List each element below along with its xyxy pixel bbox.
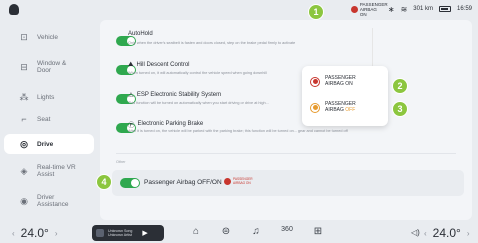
popup-airbag-off: PASSENGER AIRBAG OFF <box>310 101 356 113</box>
sidebar-item-label: Lights <box>37 93 55 101</box>
callout-4: 4 <box>96 174 112 190</box>
sidebar-item-window-door[interactable]: ⊟ Window & Door <box>4 60 94 74</box>
home-icon[interactable]: ⌂ <box>190 226 202 237</box>
driver-temp-control: ‹ 24.0° › <box>12 226 58 240</box>
car-icon: ⊡ <box>20 31 28 42</box>
airbag-off-icon <box>310 102 320 113</box>
window-icon: ⊟ <box>20 61 28 72</box>
wifi-icon: ≋ <box>400 4 408 14</box>
parking-brake-description: After it is turned on, the vehicle will … <box>128 129 348 133</box>
app-dock: ⌂ ⊜ ♫ 360 ⊞ <box>190 226 324 237</box>
music-icon[interactable]: ♫ <box>250 226 262 237</box>
status-indicators: PASSENGER AIRBAG ON ∗ ≋ 301 km 16:59 <box>350 1 472 17</box>
hill-descent-description: When turned on, it will automatically co… <box>128 71 267 75</box>
callout-2: 2 <box>392 78 408 94</box>
esp-description: This function will be turned on automati… <box>128 101 269 105</box>
passenger-airbag-title: Passenger Airbag OFF/ON <box>144 179 222 186</box>
sidebar-item-drive[interactable]: ◎ Drive <box>4 134 94 154</box>
airbag-on-icon <box>310 76 320 87</box>
bottom-bar: ‹ 24.0° › Unknown Song Unknown Artist ▶ … <box>0 223 478 243</box>
media-mini-player[interactable]: Unknown Song Unknown Artist ▶ <box>92 225 164 241</box>
popup-on-line2: AIRBAG ON <box>325 80 353 87</box>
song-artist: Unknown Artist <box>108 233 132 237</box>
airbag-icon <box>224 178 231 185</box>
steering-icon: ◎ <box>20 138 28 149</box>
parking-brake-title: Ⓟ Electronic Parking Brake <box>128 119 203 129</box>
sidebar-item-label: Real-time VR Assist <box>37 164 76 178</box>
apps-icon[interactable]: ⊞ <box>312 226 324 237</box>
temp-increase-icon[interactable]: › <box>55 229 58 238</box>
album-art <box>96 229 104 237</box>
temp-decrease-icon[interactable]: ‹ <box>424 229 427 238</box>
play-icon[interactable]: ▶ <box>142 229 147 237</box>
hill-descent-title: ⛰ Hill Descent Control <box>128 61 190 69</box>
temp-decrease-icon[interactable]: ‹ <box>12 229 15 238</box>
passenger-airbag-toggle[interactable] <box>120 178 140 188</box>
sidebar-item-seat[interactable]: ⌐ Seat <box>4 114 94 124</box>
airbag-indicator-text: PASSENGER AIRBAG ON <box>359 1 388 17</box>
status-bar: PASSENGER AIRBAG ON ∗ ≋ 301 km 16:59 <box>0 0 478 18</box>
assist-icon: ◉ <box>20 195 28 206</box>
sidebar-item-label: Vehicle <box>37 33 58 41</box>
settings-sidebar: ⊡ Vehicle ⊟ Window & Door ⁂ Lights ⌐ Sea… <box>0 20 98 220</box>
section-divider <box>116 153 456 154</box>
sidebar-item-lights[interactable]: ⁂ Lights <box>4 92 94 102</box>
passenger-airbag-card: Passenger Airbag OFF/ON PASSENGER AIRBAG… <box>112 170 464 196</box>
autohold-title-text: AutoHold <box>128 31 153 37</box>
drive-settings-panel: AutoHold Only when the driver's seatbelt… <box>100 20 472 220</box>
callout-leader-line <box>372 28 373 66</box>
driver-temp-value: 24.0° <box>20 226 49 240</box>
passenger-temp-control: ‹ 24.0° › <box>424 226 470 240</box>
sidebar-item-vr-assist[interactable]: ◈ Real-time VR Assist <box>4 164 94 178</box>
temp-increase-icon[interactable]: › <box>467 229 470 238</box>
esp-icon: ⚠ <box>128 92 134 99</box>
clock: 16:59 <box>456 6 472 12</box>
hill-descent-title-text: Hill Descent Control <box>136 62 190 68</box>
sidebar-item-label: Driver Assistance <box>37 194 69 208</box>
parking-brake-title-text: Electronic Parking Brake <box>137 121 204 127</box>
airbag-status-popup: PASSENGER AIRBAG ON PASSENGER AIRBAG OFF <box>302 66 388 126</box>
autohold-description: Only when the driver's seatbelt is faste… <box>128 41 296 45</box>
sidebar-item-driver-assistance[interactable]: ◉ Driver Assistance <box>4 194 94 208</box>
car-icon[interactable]: ⊜ <box>220 226 232 237</box>
light-icon: ⁂ <box>19 91 29 102</box>
parking-brake-icon: Ⓟ <box>128 122 135 129</box>
vr-icon: ◈ <box>20 165 28 176</box>
brand-logo <box>9 4 19 15</box>
popup-off-word: OFF <box>345 106 356 113</box>
airbag-badge-line2: AIRBAG ON <box>233 180 251 185</box>
callout-3: 3 <box>392 101 408 117</box>
volume-icon[interactable]: ◁) <box>411 228 420 237</box>
popup-off-line2-prefix: AIRBAG <box>325 106 346 113</box>
sidebar-item-label: Seat <box>37 115 51 123</box>
passenger-airbag-badge: PASSENGER AIRBAG ON <box>224 177 253 185</box>
popup-airbag-off-text: PASSENGER AIRBAG OFF <box>325 101 356 113</box>
popup-airbag-on-text: PASSENGER AIRBAG ON <box>325 75 356 87</box>
seat-icon: ⌐ <box>21 113 27 124</box>
autohold-title: AutoHold <box>128 31 153 37</box>
callout-1: 1 <box>308 4 324 20</box>
section-label-other: Other <box>116 160 126 164</box>
passenger-temp-value: 24.0° <box>432 226 461 240</box>
passenger-airbag-indicator: PASSENGER AIRBAG ON <box>350 1 388 17</box>
sidebar-item-label: Drive <box>37 140 54 148</box>
360-icon[interactable]: 360 <box>280 226 294 237</box>
range-text: 301 km <box>413 6 433 12</box>
esp-title: ⚠ ESP Electronic Stability System <box>128 91 221 99</box>
airbag-badge-text: PASSENGER AIRBAG ON <box>233 177 253 185</box>
airbag-icon <box>350 5 358 13</box>
hill-descent-icon: ⛰ <box>128 61 134 68</box>
battery-icon <box>438 6 451 12</box>
sidebar-item-vehicle[interactable]: ⊡ Vehicle <box>4 32 94 42</box>
popup-airbag-on: PASSENGER AIRBAG ON <box>310 75 356 87</box>
bluetooth-icon: ∗ <box>387 4 395 14</box>
esp-title-text: ESP Electronic Stability System <box>136 92 222 98</box>
sidebar-item-label: Window & Door <box>37 60 67 74</box>
song-info: Unknown Song Unknown Artist <box>108 229 132 237</box>
